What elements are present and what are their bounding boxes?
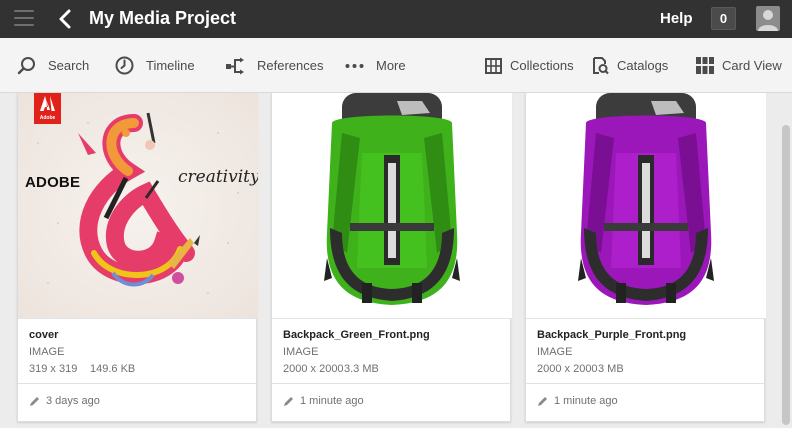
card-divider (18, 383, 258, 384)
clock-icon (115, 56, 134, 75)
top-header: My Media Project Help 0 (0, 0, 792, 38)
catalogs-icon (593, 57, 609, 75)
asset-dimensions: 319 x 319 (29, 363, 78, 375)
hamburger-menu-icon[interactable] (14, 10, 34, 28)
asset-modified: 1 minute ago (537, 395, 618, 407)
asset-name[interactable]: Backpack_Green_Front.png (283, 329, 430, 341)
asset-card[interactable]: Backpack_Green_Front.png IMAGE 2000 x 20… (271, 93, 512, 422)
card-view-button[interactable]: Card View (696, 38, 782, 93)
asset-thumbnail[interactable] (526, 93, 766, 319)
asset-thumbnail[interactable]: Adobe ADOBE creativity (18, 93, 258, 319)
more-dots-icon (345, 63, 364, 68)
pencil-icon (30, 397, 39, 406)
asset-grid: Adobe ADOBE creativity cover IMAGE 319 x… (0, 93, 792, 428)
creativity-text: creativity (178, 167, 258, 187)
timeline-button[interactable]: Timeline (115, 38, 195, 93)
catalogs-button[interactable]: Catalogs (591, 38, 668, 93)
pencil-icon (538, 397, 547, 406)
card-divider (272, 383, 512, 384)
references-label: References (257, 58, 324, 73)
backpack-image (578, 93, 714, 305)
asset-size: 3 MB (598, 363, 624, 375)
card-view-label: Card View (722, 58, 782, 73)
adobe-wordmark: ADOBE (25, 174, 81, 191)
collections-label: Collections (510, 58, 574, 73)
collections-button[interactable]: Collections (485, 38, 574, 93)
user-avatar[interactable] (756, 6, 780, 31)
creativity-artwork (37, 112, 239, 294)
help-link[interactable]: Help (660, 10, 693, 27)
asset-type: IMAGE (537, 346, 573, 358)
toolbar: Search Timeline References More Collecti… (0, 38, 792, 93)
asset-type: IMAGE (29, 346, 65, 358)
catalogs-label: Catalogs (617, 58, 669, 73)
adobe-logo: Adobe (34, 93, 61, 124)
asset-thumbnail[interactable] (272, 93, 512, 319)
asset-modified: 1 minute ago (283, 395, 364, 407)
adobe-logo-text: Adobe (39, 115, 56, 121)
asset-size: 149.6 KB (90, 363, 136, 375)
timeline-label: Timeline (146, 58, 195, 73)
search-button[interactable]: Search (17, 38, 89, 93)
page-title: My Media Project (89, 8, 237, 28)
card-divider (526, 383, 766, 384)
asset-modified: 3 days ago (29, 395, 100, 407)
references-button[interactable]: References (225, 38, 323, 93)
asset-name[interactable]: cover (29, 329, 58, 341)
asset-card[interactable]: Adobe ADOBE creativity cover IMAGE 319 x… (17, 93, 258, 422)
asset-dimensions: 2000 x 2000 (283, 363, 344, 375)
pencil-icon (284, 397, 293, 406)
search-icon (17, 57, 35, 75)
vertical-scrollbar[interactable] (780, 93, 792, 428)
asset-type: IMAGE (283, 346, 319, 358)
card-view-icon (696, 57, 714, 74)
asset-card[interactable]: Backpack_Purple_Front.png IMAGE 2000 x 2… (525, 93, 766, 422)
notification-badge[interactable]: 0 (711, 7, 736, 30)
back-arrow-icon[interactable] (56, 6, 76, 32)
asset-modified-text: 3 days ago (46, 395, 100, 407)
collections-grid-icon (485, 57, 502, 74)
asset-modified-text: 1 minute ago (300, 395, 364, 407)
asset-modified-text: 1 minute ago (554, 395, 618, 407)
backpack-image (324, 93, 460, 305)
more-label: More (376, 58, 406, 73)
asset-size: 3.3 MB (344, 363, 379, 375)
scrollbar-thumb[interactable] (782, 125, 790, 425)
asset-name[interactable]: Backpack_Purple_Front.png (537, 329, 686, 341)
search-label: Search (48, 58, 90, 73)
more-button[interactable]: More (345, 38, 406, 93)
asset-dimensions: 2000 x 2000 (537, 363, 598, 375)
references-icon (226, 57, 244, 74)
